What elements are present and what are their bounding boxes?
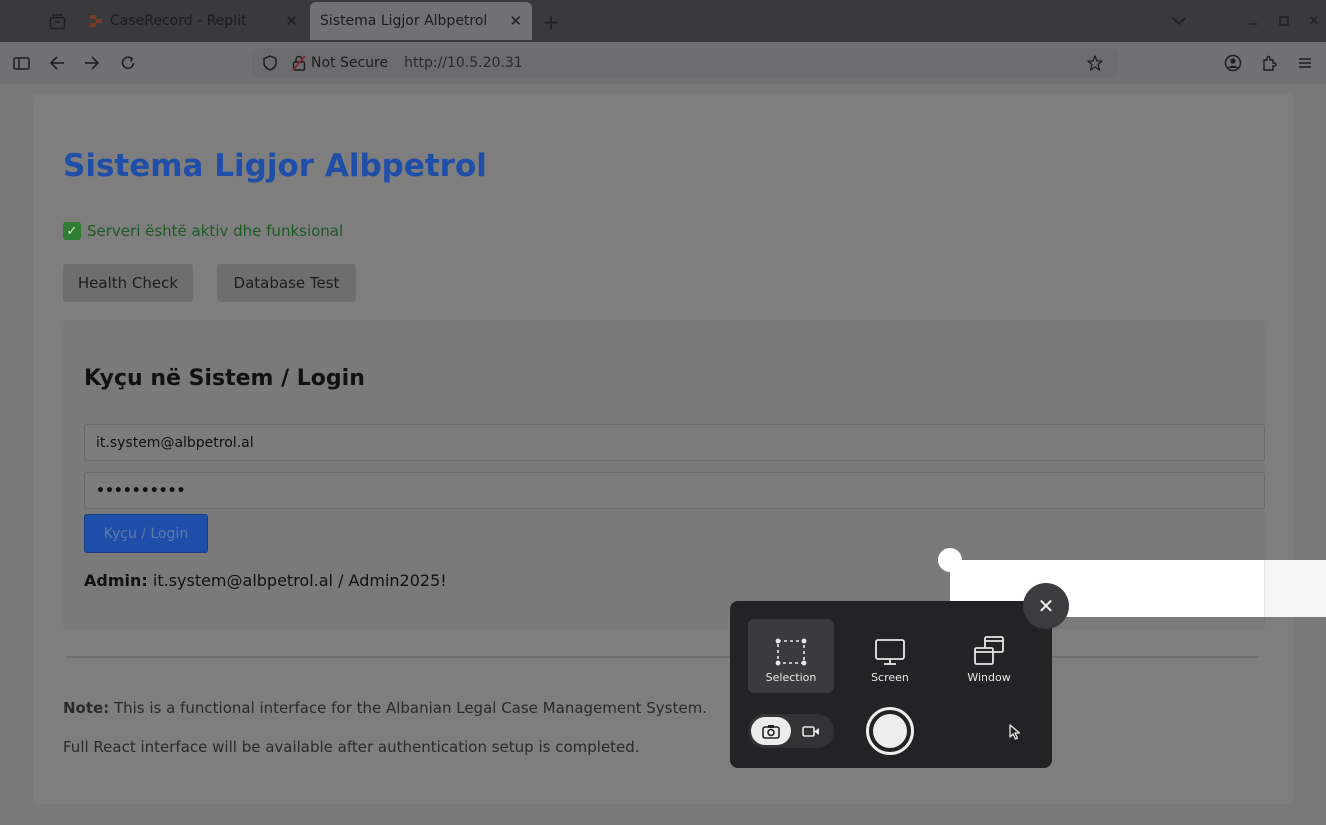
security-label: Not Secure <box>311 55 389 71</box>
account-icon[interactable] <box>1223 53 1243 73</box>
url-text: http://10.5.20.31 <box>404 55 523 71</box>
selection-icon <box>775 638 807 666</box>
note-line: Note: This is a functional interface for… <box>63 699 707 717</box>
sidebar-icon[interactable] <box>11 53 31 73</box>
selection-shade <box>1264 560 1326 617</box>
email-field[interactable]: it.system@albpetrol.al <box>84 424 1265 461</box>
menu-icon[interactable] <box>1295 53 1315 73</box>
close-icon: ✕ <box>1037 594 1055 618</box>
shield-icon[interactable] <box>261 54 279 72</box>
page-title: Sistema Ligjor Albpetrol <box>63 148 487 184</box>
camera-icon[interactable] <box>751 717 791 745</box>
divider <box>67 656 1259 658</box>
maximize-icon[interactable] <box>1275 12 1293 30</box>
nav-bar: Not Secure http://10.5.20.31 <box>0 42 1326 84</box>
database-test-button[interactable]: Database Test <box>217 264 356 302</box>
admin-credentials: Admin: it.system@albpetrol.al / Admin202… <box>84 571 447 590</box>
monitor-icon <box>875 639 905 665</box>
screenshot-toolbar: Selection Screen Window <box>730 601 1052 768</box>
tab-bar: CaseRecord - Replit ✕ Sistema Ligjor Alb… <box>0 0 1326 42</box>
mode-window[interactable]: Window <box>946 619 1032 693</box>
tab-label: Sistema Ligjor Albpetrol <box>320 13 488 29</box>
url-bar[interactable]: Not Secure http://10.5.20.31 <box>252 48 1118 78</box>
note-label: Note: <box>63 699 110 717</box>
login-button[interactable]: Kyçu / Login <box>84 514 208 553</box>
status-text: Serveri është aktiv dhe funksional <box>87 222 344 240</box>
note-text: This is a functional interface for the A… <box>109 699 707 717</box>
tab-label: CaseRecord - Replit <box>110 13 247 29</box>
window-icon <box>974 636 1004 665</box>
tabs-overview-icon[interactable] <box>46 11 68 33</box>
reload-icon[interactable] <box>118 53 138 73</box>
check-mark-icon: ✓ <box>63 222 81 240</box>
close-icon[interactable]: ✕ <box>509 12 522 30</box>
page-viewport: Sistema Ligjor Albpetrol ✓ Serveri është… <box>0 84 1326 825</box>
tab-albpetrol[interactable]: Sistema Ligjor Albpetrol ✕ <box>310 2 532 40</box>
pointer-icon[interactable] <box>998 718 1032 746</box>
mode-label: Screen <box>871 671 909 684</box>
close-icon[interactable]: ✕ <box>285 12 298 30</box>
replit-icon <box>90 15 102 27</box>
star-icon[interactable] <box>1086 54 1104 72</box>
mode-label: Selection <box>765 671 817 684</box>
close-icon[interactable]: ✕ <box>1305 12 1323 30</box>
selection-handle[interactable] <box>938 548 962 572</box>
admin-credentials-text: it.system@albpetrol.al / Admin2025! <box>147 571 447 590</box>
login-heading: Kyçu në Sistem / Login <box>84 366 365 391</box>
admin-label: Admin: <box>84 571 148 590</box>
main-card: Sistema Ligjor Albpetrol ✓ Serveri është… <box>33 94 1293 804</box>
mode-selection[interactable]: Selection <box>748 619 834 693</box>
plus-icon[interactable]: + <box>540 10 562 34</box>
password-field[interactable]: •••••••••• <box>84 472 1265 509</box>
capture-type-toggle[interactable] <box>748 714 834 748</box>
chevron-down-icon[interactable] <box>1168 10 1190 32</box>
close-screenshot-tool-button[interactable]: ✕ <box>1023 583 1069 629</box>
tab-replit[interactable]: CaseRecord - Replit ✕ <box>80 2 308 40</box>
mode-label: Window <box>967 671 1011 684</box>
minimize-icon[interactable] <box>1244 12 1262 30</box>
lock-warning-icon[interactable] <box>291 54 307 72</box>
note-line-2: Full React interface will be available a… <box>63 738 640 756</box>
mode-screen[interactable]: Screen <box>847 619 933 693</box>
back-arrow-icon[interactable] <box>47 53 67 73</box>
health-check-button[interactable]: Health Check <box>63 264 193 302</box>
extensions-icon[interactable] <box>1259 53 1279 73</box>
forward-arrow-icon[interactable] <box>82 53 102 73</box>
video-icon[interactable] <box>791 717 831 745</box>
server-status: ✓ Serveri është aktiv dhe funksional <box>63 222 343 240</box>
shutter-icon[interactable] <box>866 707 914 755</box>
